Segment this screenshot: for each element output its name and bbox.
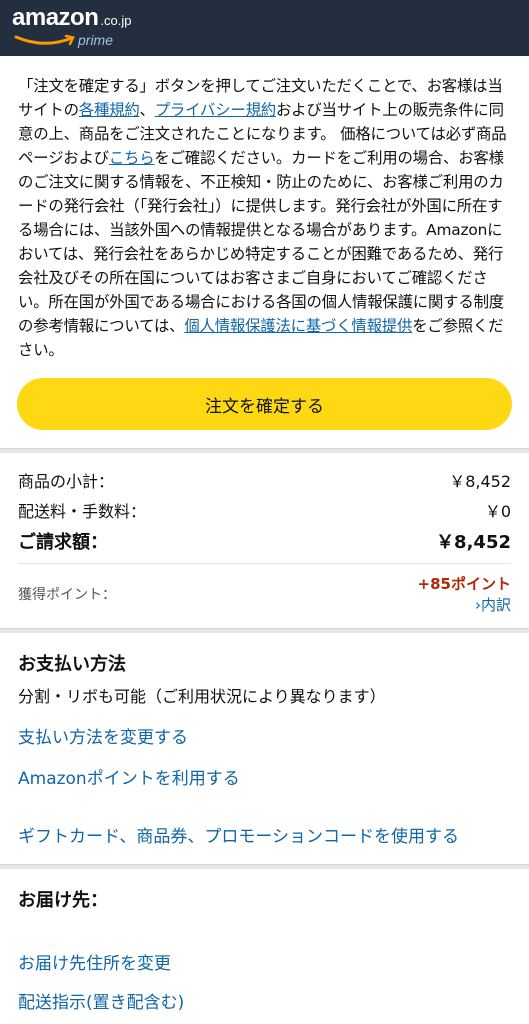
- shipping-section: お届け先： お届け先住所を変更 配送指示(置き配含む): [0, 869, 529, 1023]
- gift-card-link[interactable]: ギフトカード、商品券、プロモーションコードを使用する: [18, 825, 511, 850]
- order-total-row: ご請求額： ￥8,452: [18, 525, 511, 557]
- terms-text-4: をご確認ください。カードをご利用の場合、お客様のご注文に関する情報を、不正検知・…: [18, 149, 504, 335]
- smile-arrow-icon: [14, 34, 75, 46]
- order-total-label: ご請求額：: [18, 532, 108, 553]
- use-points-link[interactable]: Amazonポイントを利用する: [18, 764, 511, 789]
- place-order-button[interactable]: 注文を確定する: [17, 378, 512, 430]
- points-label: 獲得ポイント：: [18, 587, 116, 603]
- header-bar: amazon .co.jp prime: [0, 0, 529, 56]
- payment-title: お支払い方法: [18, 654, 126, 675]
- amazon-prime-logo[interactable]: amazon .co.jp prime: [12, 4, 132, 48]
- subtotal-row: 商品の小計： ￥8,452: [18, 465, 511, 495]
- points-row: 獲得ポイント： +85ポイント ›内訳: [18, 570, 511, 618]
- payment-section: お支払い方法 分割・リボも可能（ご利用状況により異なります） 支払い方法を変更す…: [0, 633, 529, 864]
- terms-link-privacy[interactable]: プライバシー規約: [155, 101, 276, 119]
- logo-prime: prime: [78, 32, 114, 48]
- shipping-fee-label: 配送料・手数料：: [18, 502, 147, 521]
- delivery-instructions-link[interactable]: 配送指示(置き配含む): [18, 988, 511, 1013]
- shipping-fee-value: ￥0: [484, 502, 511, 521]
- shipping-title: お届け先：: [18, 890, 108, 911]
- terms-link-info-provision[interactable]: 個人情報保護法に基づく情報提供: [184, 317, 412, 335]
- change-address-link[interactable]: お届け先住所を変更: [18, 949, 511, 974]
- order-summary: 商品の小計： ￥8,452 配送料・手数料： ￥0 ご請求額： ￥8,452 獲…: [0, 453, 529, 628]
- points-breakdown-link[interactable]: ›内訳: [418, 594, 511, 615]
- subtotal-label: 商品の小計：: [18, 472, 115, 491]
- shipping-fee-row: 配送料・手数料： ￥0: [18, 495, 511, 525]
- logo-tld: .co.jp: [100, 13, 132, 28]
- order-terms-text: 「注文を確定する」ボタンを押してご注文いただくことで、お客様は当サイトの各種規約…: [0, 56, 529, 362]
- terms-text-2: 、: [139, 101, 155, 119]
- summary-divider: [18, 563, 511, 564]
- change-payment-link[interactable]: 支払い方法を変更する: [18, 723, 511, 748]
- terms-link-conditions[interactable]: 各種規約: [79, 101, 140, 119]
- order-total-value: ￥8,452: [436, 532, 511, 553]
- subtotal-value: ￥8,452: [449, 472, 511, 491]
- logo-word: amazon: [12, 4, 99, 31]
- terms-link-here[interactable]: こちら: [109, 149, 155, 167]
- points-value: +85ポイント: [417, 575, 511, 593]
- payment-note: 分割・リボも可能（ご利用状況により異なります）: [18, 687, 386, 706]
